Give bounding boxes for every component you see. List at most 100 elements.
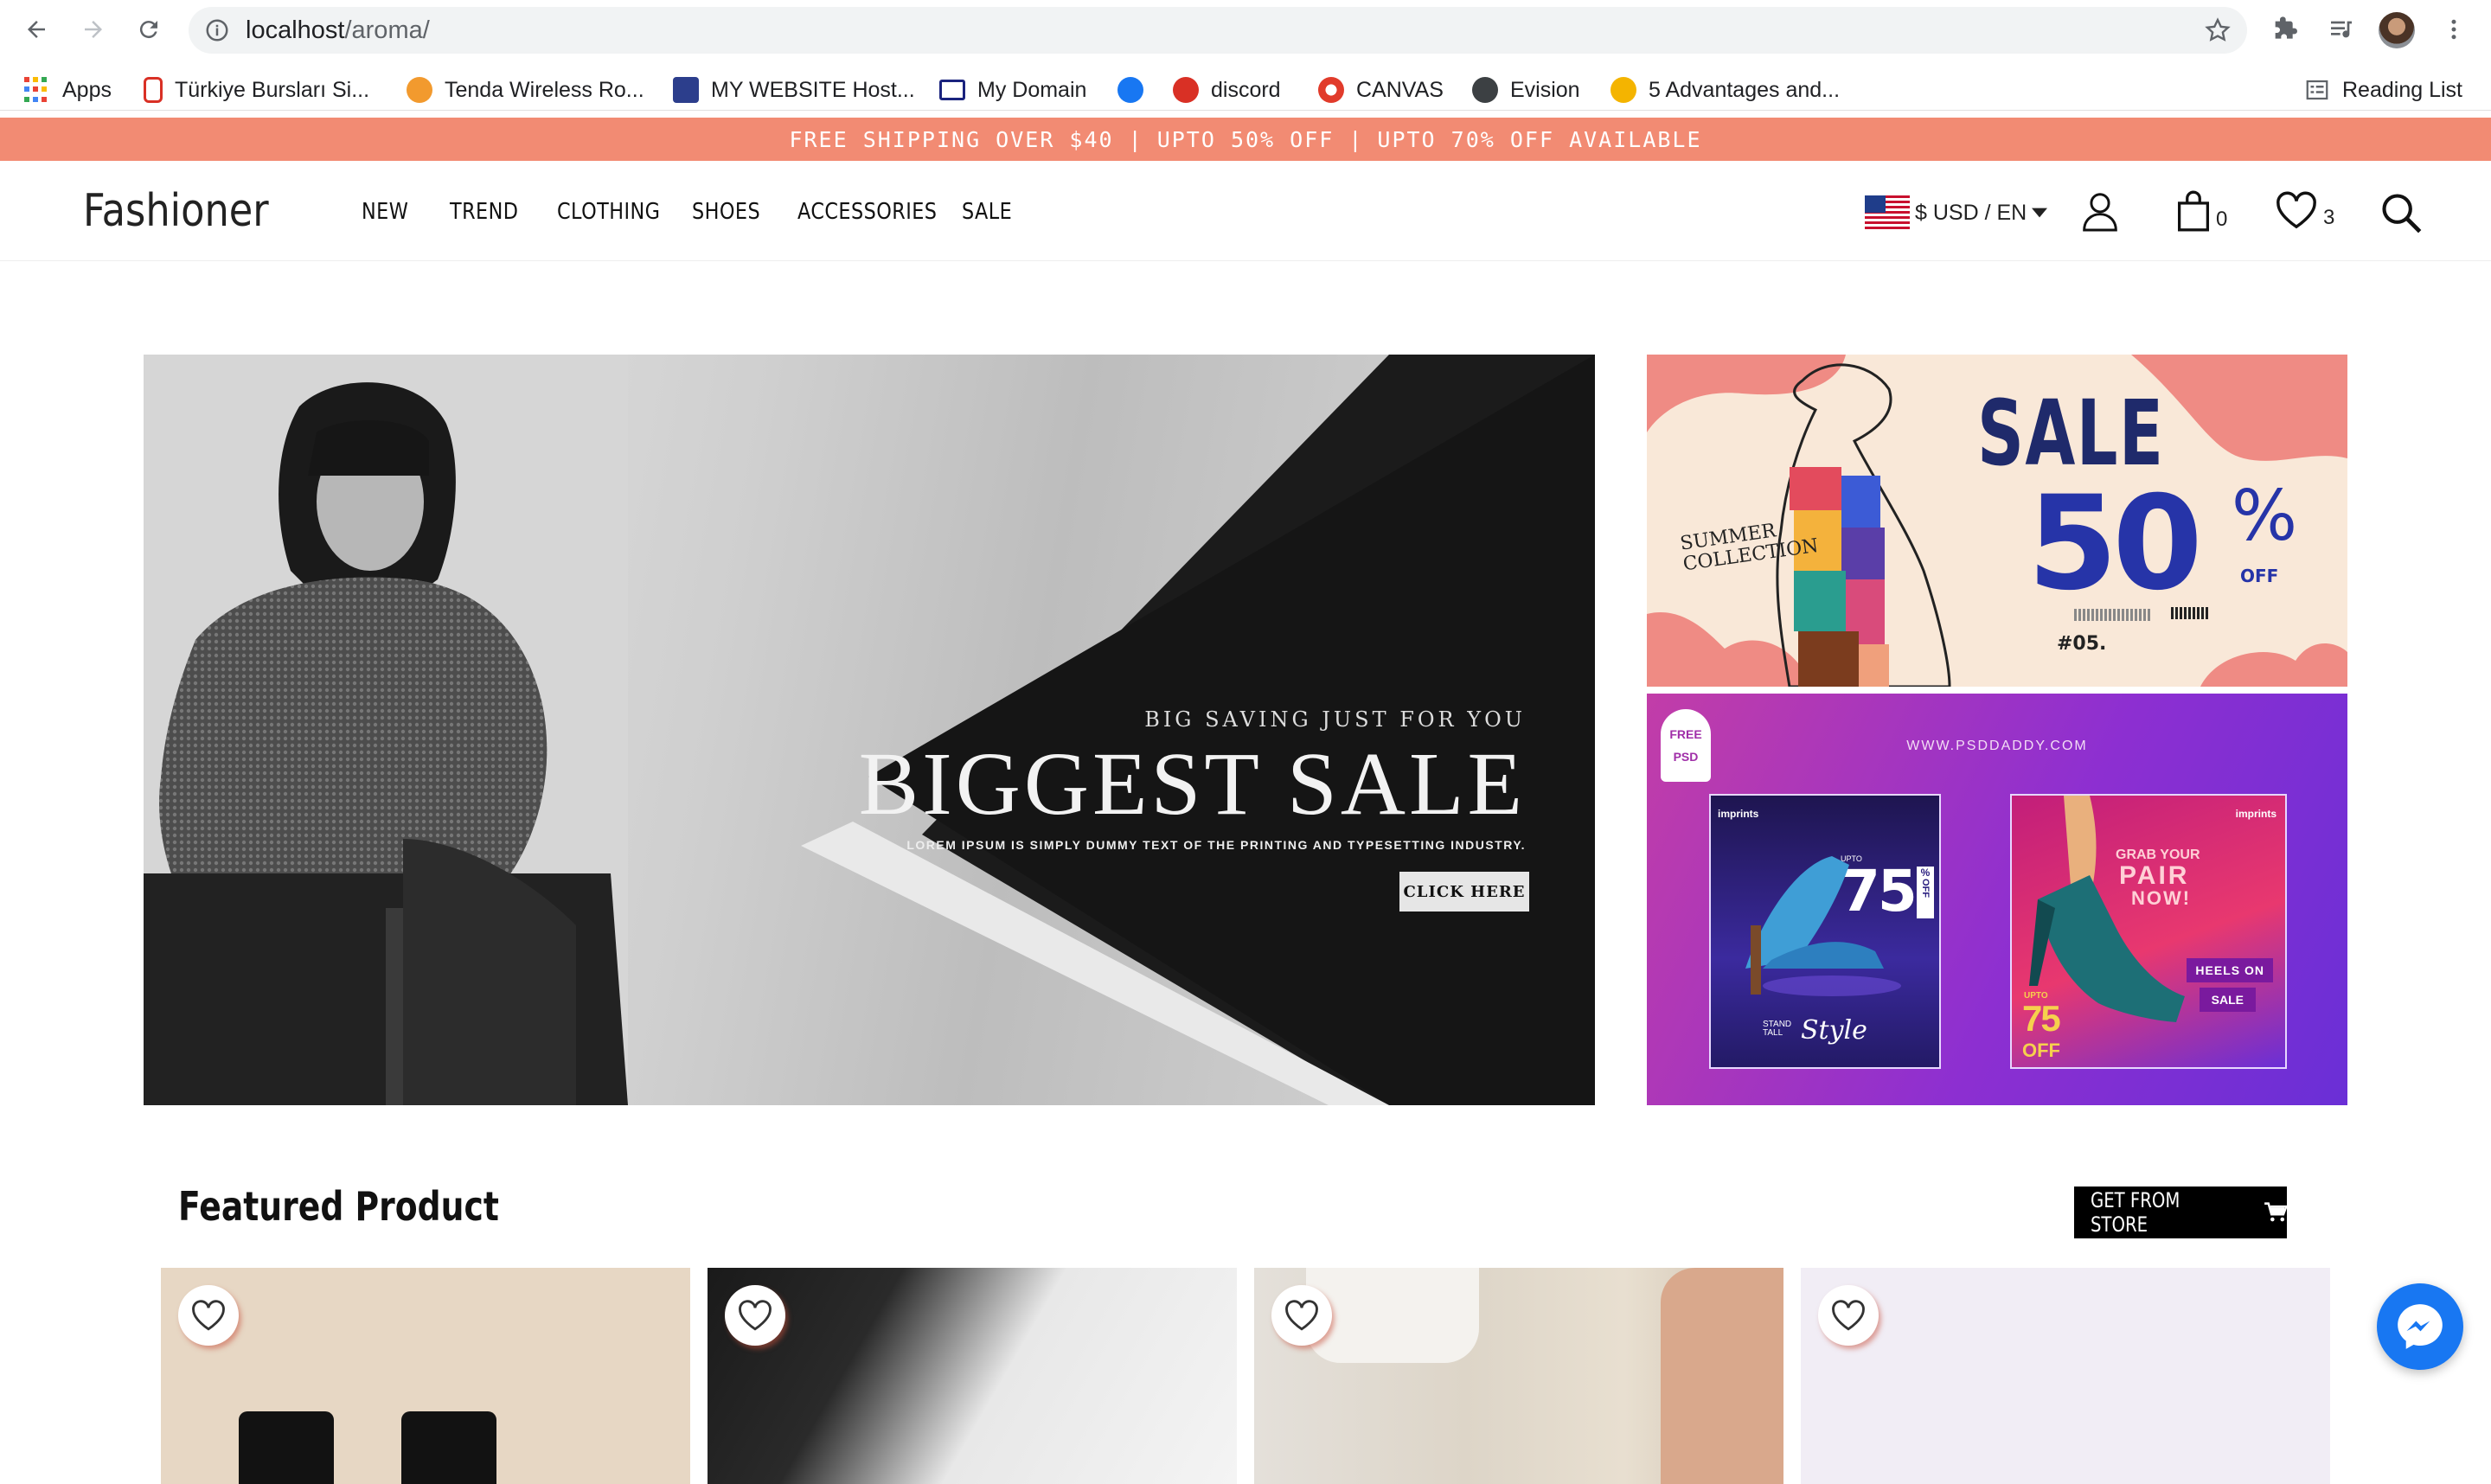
reload-icon[interactable] — [131, 12, 166, 47]
psddaddy-url: WWW.PSDDADDY.COM — [1906, 739, 2088, 753]
domain-icon — [939, 80, 965, 100]
heels-on-label: HEELS ON — [2187, 958, 2273, 982]
promo-item: FREE SHIPPING OVER $40 | — [789, 126, 1143, 152]
user-icon — [2083, 193, 2117, 232]
bookmark-canvas[interactable]: CANVAS — [1318, 73, 1444, 107]
model-photo — [144, 355, 628, 1105]
article-icon — [1611, 77, 1636, 103]
hosting-icon — [673, 77, 699, 103]
style-label: Style — [1801, 1015, 1867, 1046]
percent-sign: % — [2232, 476, 2298, 556]
product-card[interactable] — [161, 1268, 690, 1484]
bookmark-tenda[interactable]: Tenda Wireless Ro... — [407, 73, 644, 107]
back-arrow-icon[interactable] — [19, 12, 54, 47]
cart-button[interactable]: 0 — [2176, 190, 2227, 232]
right-percent: 75 — [2022, 998, 2061, 1039]
product-image — [239, 1411, 334, 1484]
summer-sale-banner[interactable]: SUMMER COLLECTION SALE 50 % OFF #05. — [1647, 355, 2347, 687]
product-image — [1306, 1268, 1479, 1363]
right-off-label: OFF — [2022, 1039, 2060, 1061]
hero-banner[interactable]: BIG SAVING JUST FOR YOU BIGGEST SALE LOR… — [144, 355, 1595, 1105]
brand-label: imprints — [1718, 808, 1759, 820]
wishlist-heart-button[interactable] — [1818, 1285, 1879, 1346]
bookmark-turkiye-burslari[interactable]: Türkiye Bursları Si... — [144, 73, 369, 107]
wishlist-heart-button[interactable] — [1271, 1285, 1332, 1346]
heart-icon — [1285, 1300, 1318, 1331]
bookmark-my-domain[interactable]: My Domain — [939, 73, 1086, 107]
wishlist-count: 3 — [2323, 206, 2335, 229]
featured-product-title: Featured Product — [178, 1183, 499, 1230]
bookmark-facebook[interactable] — [1117, 73, 1143, 107]
now-label: NOW! — [2131, 887, 2192, 909]
cart-count: 0 — [2216, 208, 2228, 231]
heart-icon — [2276, 191, 2316, 229]
url-text: localhost/aroma/ — [246, 16, 430, 44]
wishlist-heart-button[interactable] — [725, 1285, 785, 1346]
bookmark-apps[interactable]: Apps — [24, 73, 112, 107]
stand-tall-label: STAND TALL — [1763, 1020, 1792, 1038]
messenger-chat-button[interactable] — [2377, 1283, 2463, 1370]
blue-heel-shoe — [1745, 856, 1901, 996]
heart-icon — [192, 1300, 225, 1331]
more-vert-icon[interactable] — [2441, 16, 2467, 43]
shoes-sale-banner[interactable]: FREE PSD WWW.PSDDADDY.COM imprints UPTO … — [1647, 694, 2347, 1105]
product-card[interactable] — [708, 1268, 1237, 1484]
heart-icon — [739, 1300, 772, 1331]
caret-down-icon — [2032, 208, 2048, 218]
us-flag-icon — [1865, 195, 1910, 230]
product-image — [401, 1411, 496, 1484]
nav-new[interactable]: NEW — [362, 199, 408, 225]
wishlist-button[interactable]: 3 — [2275, 190, 2334, 230]
extensions-icon[interactable] — [2271, 16, 2299, 43]
bookmark-my-website[interactable]: MY WEBSITE Host... — [673, 73, 915, 107]
product-card[interactable] — [1254, 1268, 1783, 1484]
nav-trend[interactable]: TREND — [450, 199, 518, 225]
scholarship-icon — [144, 77, 163, 103]
address-bar[interactable]: localhost/aroma/ — [189, 7, 2247, 54]
router-icon — [407, 77, 432, 103]
bookmark-5-advantages[interactable]: 5 Advantages and... — [1611, 73, 1840, 107]
site-header: Fashioner NEW TREND CLOTHING SHOES ACCES… — [0, 161, 2491, 261]
nav-accessories[interactable]: ACCESSORIES — [797, 199, 937, 225]
heart-icon — [1832, 1300, 1865, 1331]
nav-sale[interactable]: SALE — [962, 199, 1012, 225]
sale-percent: 50 — [2027, 469, 2203, 619]
pair-label: PAIR — [2119, 861, 2190, 890]
bookmark-discord[interactable]: discord — [1173, 73, 1281, 107]
off-label: OFF — [2240, 566, 2279, 586]
currency-selector[interactable]: $ USD / EN — [1865, 195, 2048, 230]
shopping-bag-icon — [2178, 190, 2209, 232]
product-image — [1661, 1268, 1783, 1484]
search-icon — [2382, 194, 2422, 233]
nav-clothing[interactable]: CLOTHING — [557, 199, 660, 225]
messenger-icon — [2398, 1304, 2443, 1349]
info-icon[interactable] — [204, 17, 230, 43]
site-logo[interactable]: Fashioner — [83, 185, 269, 237]
wishlist-heart-button[interactable] — [178, 1285, 239, 1346]
currency-label: $ USD / EN — [1915, 200, 2027, 225]
media-playlist-icon[interactable] — [2327, 16, 2356, 43]
forward-arrow-icon[interactable] — [76, 12, 111, 47]
search-button[interactable] — [2379, 190, 2424, 235]
store-button-label: GET FROM STORE — [2090, 1188, 2180, 1237]
star-icon[interactable] — [2204, 16, 2232, 44]
product-card[interactable] — [1801, 1268, 2330, 1484]
account-button[interactable] — [2081, 190, 2119, 232]
heel-card-right: imprints GRAB YOUR PAIR NOW! HEELS ON SA… — [2010, 794, 2287, 1069]
hero-title: BIGGEST SALE — [858, 734, 1526, 834]
hero-copy: BIG SAVING JUST FOR YOU BIGGEST SALE LOR… — [859, 707, 1526, 852]
barcode-decoration — [2171, 607, 2209, 619]
reading-list[interactable]: Reading List — [2304, 73, 2462, 107]
bookmark-evision[interactable]: Evision — [1472, 73, 1580, 107]
globe-icon — [1472, 77, 1498, 103]
hero-click-here-button[interactable]: CLICK HERE — [1399, 872, 1529, 912]
nav-shoes[interactable]: SHOES — [692, 199, 760, 225]
promo-item: UPTO 70% OFF AVAILABLE — [1377, 126, 1702, 152]
promo-item: UPTO 50% OFF | — [1156, 126, 1364, 152]
get-from-store-button[interactable]: GET FROM STORE — [2074, 1187, 2287, 1238]
heels-sale-label: SALE — [2199, 988, 2256, 1012]
profile-avatar[interactable] — [2379, 12, 2415, 48]
promo-bar: FREE SHIPPING OVER $40 | UPTO 50% OFF | … — [0, 118, 2491, 161]
facebook-icon — [1117, 77, 1143, 103]
hero-subtitle: LOREM IPSUM IS SIMPLY DUMMY TEXT OF THE … — [906, 838, 1526, 853]
